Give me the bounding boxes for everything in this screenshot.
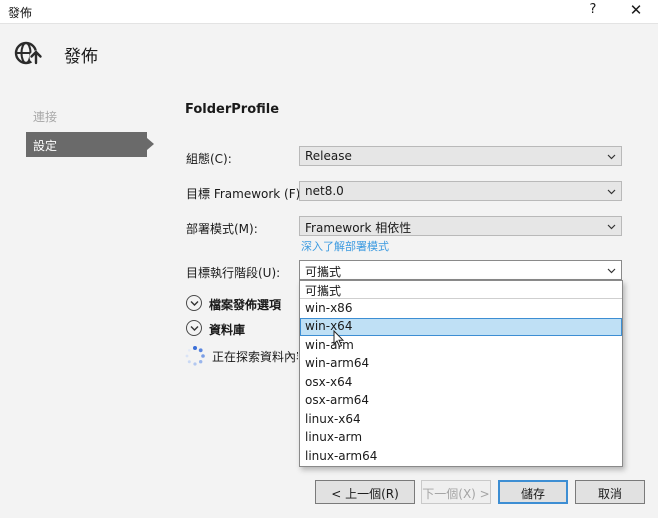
configuration-value: Release — [305, 149, 352, 163]
deployment-mode-label: 部署模式(M): — [186, 222, 258, 236]
dropdown-option-highlighted[interactable]: win-x64 — [300, 318, 622, 336]
dropdown-option[interactable]: linux-x64 — [300, 411, 622, 429]
deployment-mode-select[interactable]: Framework 相依性 — [299, 216, 622, 236]
target-runtime-value: 可攜式 — [305, 265, 342, 279]
chevron-down-icon — [607, 268, 616, 274]
framework-value: net8.0 — [305, 184, 344, 198]
target-runtime-select[interactable]: 可攜式 — [299, 260, 622, 280]
save-button[interactable]: 儲存 — [498, 480, 568, 504]
expand-chevron-icon — [186, 295, 202, 311]
window-title: 發佈 — [8, 6, 33, 20]
page-title: 發佈 — [64, 47, 98, 67]
profile-name: FolderProfile — [185, 102, 280, 117]
chevron-down-icon — [607, 154, 616, 160]
dropdown-option[interactable]: osx-x64 — [300, 374, 622, 392]
close-button[interactable]: ✕ — [628, 1, 644, 21]
file-publish-options-label: 檔案發佈選項 — [209, 298, 282, 312]
dropdown-option[interactable]: linux-arm — [300, 429, 622, 447]
mouse-cursor-icon — [333, 330, 345, 348]
dropdown-option[interactable]: win-arm — [300, 337, 622, 355]
dropdown-option[interactable]: win-arm64 — [300, 355, 622, 373]
dropdown-option[interactable]: osx-arm64 — [300, 392, 622, 410]
deployment-mode-learn-more-link[interactable]: 深入了解部署模式 — [301, 238, 389, 254]
dropdown-option[interactable]: linux-arm64 — [300, 448, 622, 466]
expand-chevron-icon — [186, 320, 202, 336]
configuration-label: 組態(C): — [186, 152, 232, 166]
framework-select[interactable]: net8.0 — [299, 181, 622, 201]
cancel-button[interactable]: 取消 — [575, 480, 645, 504]
target-runtime-label: 目標執行階段(U): — [186, 266, 281, 280]
title-bar: 發佈 ? ✕ — [0, 0, 658, 24]
chevron-down-icon — [607, 224, 616, 230]
publish-globe-icon — [13, 38, 43, 68]
next-button[interactable]: 下一個(X) > — [421, 480, 491, 504]
configuration-select[interactable]: Release — [299, 146, 622, 166]
nav-item-settings[interactable]: 設定 — [26, 132, 154, 157]
nav-item-connect[interactable]: 連接 — [33, 108, 57, 125]
chevron-down-icon — [607, 189, 616, 195]
framework-label: 目標 Framework (F): — [186, 187, 305, 201]
deployment-mode-value: Framework 相依性 — [305, 221, 412, 235]
database-label: 資料庫 — [209, 323, 246, 337]
previous-button[interactable]: < 上一個(R) — [315, 480, 415, 504]
dropdown-option[interactable]: 可攜式 — [300, 281, 622, 299]
loading-status-text: 正在探索資料內容 — [212, 350, 298, 364]
help-button[interactable]: ? — [585, 2, 601, 22]
dropdown-option[interactable]: win-x86 — [300, 300, 622, 318]
loading-spinner-icon — [185, 346, 205, 366]
target-runtime-dropdown-list: 可攜式 win-x86 win-x64 win-arm win-arm64 os… — [299, 280, 623, 467]
